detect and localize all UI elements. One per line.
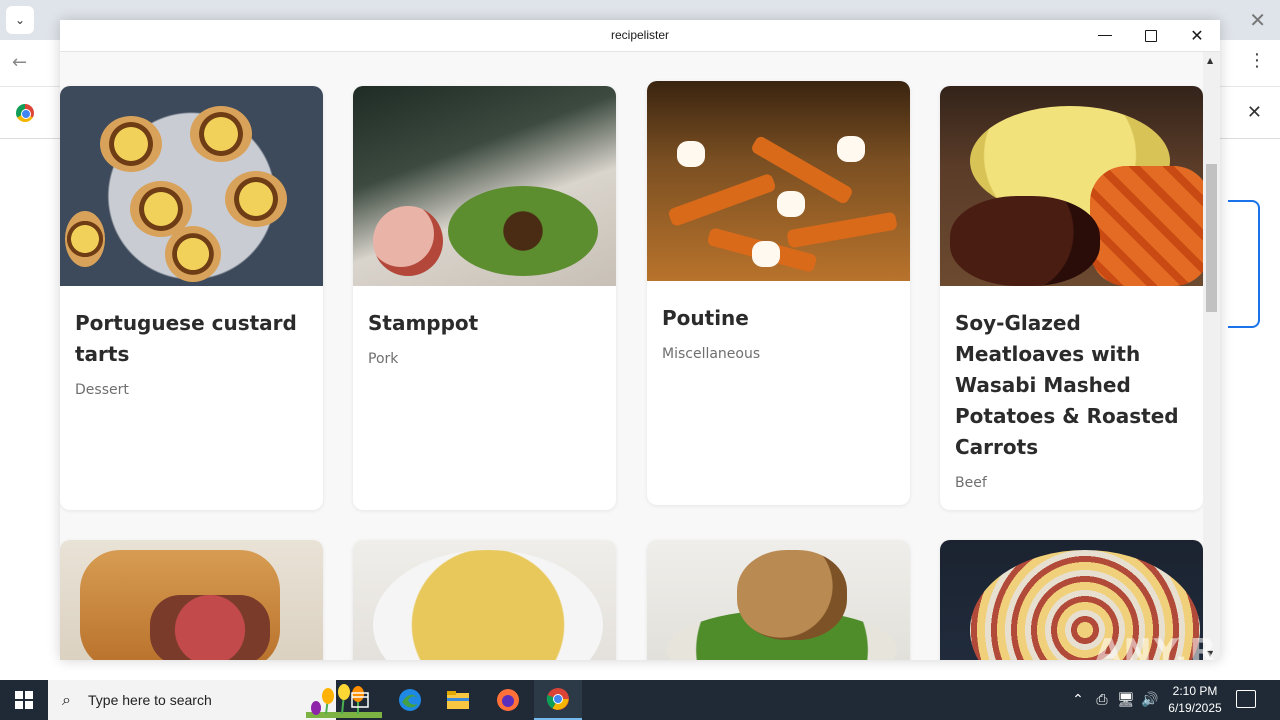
clock-time: 2:10 PM bbox=[1172, 684, 1218, 698]
browser-close-icon[interactable]: ✕ bbox=[1249, 8, 1266, 32]
recipe-grid: Portuguese custard tarts Dessert Stamppo… bbox=[60, 52, 1220, 660]
recipe-image bbox=[60, 86, 323, 286]
chrome-icon bbox=[16, 104, 34, 122]
recipe-category: Beef bbox=[955, 475, 987, 491]
recipe-title: Stamppot bbox=[368, 311, 479, 335]
browser-menu-icon[interactable]: ⋮ bbox=[1248, 50, 1266, 71]
scroll-up-arrow-icon[interactable]: ▲ bbox=[1207, 56, 1213, 65]
windows-taskbar: ⌕ Type here to search ⌃ ⎙ 🖥 🔊 2:10 PM 6/… bbox=[0, 680, 1280, 720]
recipe-title: Soy-Glazed Meatloaves with Wasabi Mashed… bbox=[955, 311, 1179, 459]
windows-logo-icon bbox=[15, 691, 33, 709]
recipe-title: Portuguese custard tarts bbox=[75, 311, 297, 366]
recipe-title: Poutine bbox=[662, 306, 749, 330]
recipe-category: Pork bbox=[368, 351, 399, 367]
recipe-card[interactable]: Poutine Miscellaneous bbox=[647, 81, 910, 505]
notification-center-icon[interactable] bbox=[1236, 690, 1256, 708]
recipe-category: Dessert bbox=[75, 382, 129, 398]
task-view-icon[interactable] bbox=[336, 680, 384, 720]
vertical-scrollbar[interactable]: ▲ ▼ bbox=[1203, 52, 1220, 660]
recipe-image bbox=[353, 86, 616, 286]
recipe-image bbox=[940, 86, 1203, 286]
recipe-card[interactable]: Soy-Glazed Meatloaves with Wasabi Mashed… bbox=[940, 86, 1203, 510]
maximize-button[interactable] bbox=[1128, 20, 1174, 51]
taskbar-clock[interactable]: 2:10 PM 6/19/2025 bbox=[1160, 683, 1230, 717]
recipe-card[interactable]: Portuguese custard tarts Dessert bbox=[60, 86, 323, 510]
edge-icon[interactable] bbox=[386, 680, 434, 720]
taskbar-search-box[interactable]: ⌕ Type here to search bbox=[48, 680, 382, 720]
window-title: recipelister bbox=[610, 28, 670, 42]
search-icon: ⌕ bbox=[62, 690, 71, 709]
recipe-image bbox=[353, 540, 616, 660]
show-hidden-icons-chevron-icon[interactable]: ⌃ bbox=[1068, 680, 1088, 720]
recipe-image bbox=[647, 540, 910, 660]
tab-search-button[interactable]: ⌄ bbox=[6, 6, 34, 34]
focused-input-outline[interactable] bbox=[1228, 200, 1260, 328]
recipe-card[interactable] bbox=[647, 540, 910, 660]
tray-app-icon[interactable]: ⎙ bbox=[1092, 680, 1112, 720]
search-placeholder: Type here to search bbox=[88, 692, 212, 708]
recipelister-window: recipelister ✕ Portuguese custard tarts … bbox=[60, 20, 1220, 660]
window-titlebar[interactable]: recipelister ✕ bbox=[60, 20, 1220, 52]
watermark-logo: ANY.RUN bbox=[1095, 632, 1220, 660]
back-arrow-icon[interactable]: ← bbox=[12, 52, 27, 73]
recipe-image bbox=[60, 540, 323, 660]
network-icon[interactable]: 🖥 bbox=[1116, 680, 1136, 720]
close-button[interactable]: ✕ bbox=[1174, 20, 1220, 51]
maximize-icon bbox=[1145, 29, 1157, 42]
firefox-icon[interactable] bbox=[484, 680, 532, 720]
file-explorer-icon[interactable] bbox=[434, 680, 482, 720]
volume-icon[interactable]: 🔊 bbox=[1140, 680, 1160, 720]
chrome-taskbar-icon[interactable] bbox=[534, 680, 582, 720]
scrollbar-thumb[interactable] bbox=[1206, 164, 1217, 312]
recipe-card[interactable]: Stamppot Pork bbox=[353, 86, 616, 510]
close-icon: ✕ bbox=[1190, 26, 1204, 45]
recipe-card[interactable] bbox=[353, 540, 616, 660]
recipe-card[interactable] bbox=[60, 540, 323, 660]
clock-date: 6/19/2025 bbox=[1168, 701, 1222, 715]
minimize-button[interactable] bbox=[1082, 20, 1128, 51]
start-button[interactable] bbox=[0, 680, 48, 720]
recipe-category: Miscellaneous bbox=[662, 346, 761, 362]
infobar-close-icon[interactable]: ✕ bbox=[1247, 102, 1262, 123]
minimize-icon bbox=[1098, 35, 1112, 36]
recipe-image bbox=[647, 81, 910, 281]
